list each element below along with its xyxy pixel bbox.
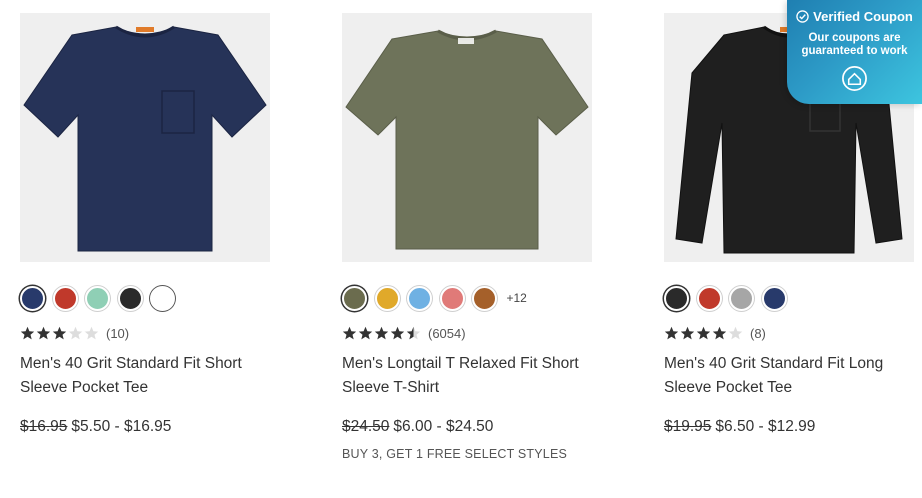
tshirt-image [345, 29, 589, 250]
color-swatch[interactable] [374, 285, 400, 311]
color-swatch[interactable] [117, 285, 143, 311]
price: $19.95 $6.50 - $12.99 [664, 416, 815, 438]
product-title[interactable]: Men's Longtail T Relaxed Fit Short Sleev… [342, 352, 592, 400]
color-swatch[interactable] [472, 285, 497, 311]
color-swatch[interactable] [85, 285, 110, 311]
star-icon [52, 326, 67, 339]
coupon-header: Verified Coupon [787, 9, 922, 24]
sale-price: $6.50 - $12.99 [715, 418, 816, 435]
sale-price: $5.50 - $16.95 [71, 418, 172, 435]
stars [342, 326, 422, 341]
color-swatch[interactable] [20, 285, 45, 311]
review-count: (10) [106, 325, 130, 341]
color-swatches [20, 285, 183, 311]
star-icon [68, 326, 83, 339]
price: $16.95 $5.50 - $16.95 [20, 416, 171, 438]
color-swatch[interactable] [696, 285, 722, 311]
star-icon [696, 326, 711, 339]
product-card: (10) Men's 40 Grit Standard Fit Short Sl… [20, 13, 270, 435]
check-circle-icon [796, 10, 809, 23]
star-icon [374, 326, 389, 339]
star-icon [390, 326, 405, 339]
product-title[interactable]: Men's 40 Grit Standard Fit Long Sleeve P… [664, 352, 914, 400]
color-swatch[interactable] [729, 285, 754, 311]
star-icon [358, 326, 373, 339]
star-icon [728, 326, 743, 339]
stars [664, 326, 744, 341]
color-swatch[interactable] [52, 285, 78, 311]
color-swatch[interactable] [150, 285, 175, 311]
star-icon [84, 326, 99, 339]
star-icon [20, 326, 35, 339]
original-price: $24.50 [342, 418, 390, 435]
color-swatch[interactable] [439, 285, 465, 311]
product-title[interactable]: Men's 40 Grit Standard Fit Short Sleeve … [20, 352, 270, 400]
review-count: (8) [750, 325, 766, 341]
star-rating[interactable]: (6054) [342, 324, 466, 342]
color-swatch[interactable] [761, 285, 787, 311]
coupon-title: Verified Coupon [813, 9, 913, 24]
color-swatch[interactable] [407, 285, 432, 311]
color-swatches: +12 [342, 285, 527, 311]
sale-price: $6.00 - $24.50 [393, 418, 494, 435]
star-icon [406, 326, 421, 339]
color-swatches [664, 285, 794, 311]
star-rating[interactable]: (8) [664, 324, 766, 342]
star-icon [36, 326, 51, 339]
original-price: $16.95 [20, 418, 68, 435]
product-image[interactable] [342, 13, 592, 262]
promo-text[interactable]: BUY 3, GET 1 FREE SELECT STYLES [342, 447, 567, 461]
star-icon [664, 326, 679, 339]
star-rating[interactable]: (10) [20, 324, 129, 342]
stars [20, 326, 100, 341]
original-price: $19.95 [664, 418, 712, 435]
star-icon [680, 326, 695, 339]
tshirt-image [23, 25, 267, 252]
home-badge-icon [842, 66, 867, 91]
star-icon [712, 326, 727, 339]
color-swatch[interactable] [664, 285, 689, 311]
more-colors-link[interactable]: +12 [507, 291, 527, 305]
product-image[interactable] [20, 13, 270, 262]
color-swatch[interactable] [342, 285, 367, 311]
coupon-subtitle: Our coupons are guaranteed to work [801, 32, 908, 57]
price: $24.50 $6.00 - $24.50 [342, 416, 493, 438]
product-card: +12 (6054) Men's Longtail T Relaxed Fit … [342, 13, 592, 461]
review-count: (6054) [428, 325, 466, 341]
star-icon [342, 326, 357, 339]
verified-coupon-widget[interactable]: Verified Coupon Our coupons are guarante… [787, 0, 922, 104]
